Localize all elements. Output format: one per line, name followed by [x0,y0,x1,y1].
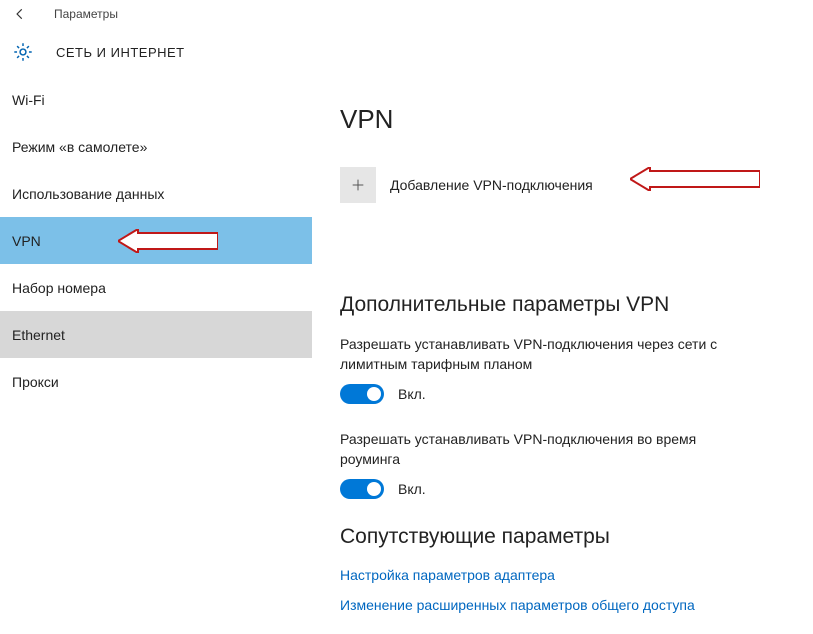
related-section-title: Сопутствующие параметры [340,525,785,549]
annotation-arrow-icon [630,167,760,191]
sidebar-item-label: VPN [12,233,41,249]
sidebar-item-label: Прокси [12,374,59,390]
link-adapter-settings[interactable]: Настройка параметров адаптера [340,567,785,583]
toggle-metered[interactable] [340,384,384,404]
sidebar-item-wifi[interactable]: Wi-Fi [0,76,312,123]
add-vpn-button[interactable]: Добавление VPN-подключения [340,167,785,203]
sidebar-item-label: Wi-Fi [12,92,45,108]
add-vpn-label: Добавление VPN-подключения [390,177,593,193]
sidebar-item-label: Режим «в самолете» [12,139,147,155]
toggle-roaming-state: Вкл. [398,481,426,497]
sidebar-item-proxy[interactable]: Прокси [0,358,312,405]
sidebar-item-ethernet[interactable]: Ethernet [0,311,312,358]
header-title: СЕТЬ И ИНТЕРНЕТ [56,45,185,60]
link-sharing-settings[interactable]: Изменение расширенных параметров общего … [340,597,785,613]
sidebar-item-data-usage[interactable]: Использование данных [0,170,312,217]
main-content: VPN Добавление VPN-подключения Дополните… [312,76,813,634]
sidebar-item-label: Ethernet [12,327,65,343]
page-title: VPN [340,104,785,135]
sidebar-item-label: Набор номера [12,280,106,296]
settings-gear-icon [10,39,36,65]
toggle-metered-desc: Разрешать устанавливать VPN-подключения … [340,335,760,374]
sidebar-item-vpn[interactable]: VPN [0,217,312,264]
toggle-roaming-desc: Разрешать устанавливать VPN-подключения … [340,430,760,469]
toggle-metered-state: Вкл. [398,386,426,402]
annotation-arrow-icon [118,229,218,253]
toggle-roaming[interactable] [340,479,384,499]
sidebar-item-label: Использование данных [12,186,164,202]
sidebar: Wi-Fi Режим «в самолете» Использование д… [0,76,312,634]
advanced-section-title: Дополнительные параметры VPN [340,293,785,317]
window-title: Параметры [54,7,118,21]
back-button[interactable] [8,2,32,26]
sidebar-item-airplane[interactable]: Режим «в самолете» [0,123,312,170]
plus-icon [340,167,376,203]
sidebar-item-dialup[interactable]: Набор номера [0,264,312,311]
